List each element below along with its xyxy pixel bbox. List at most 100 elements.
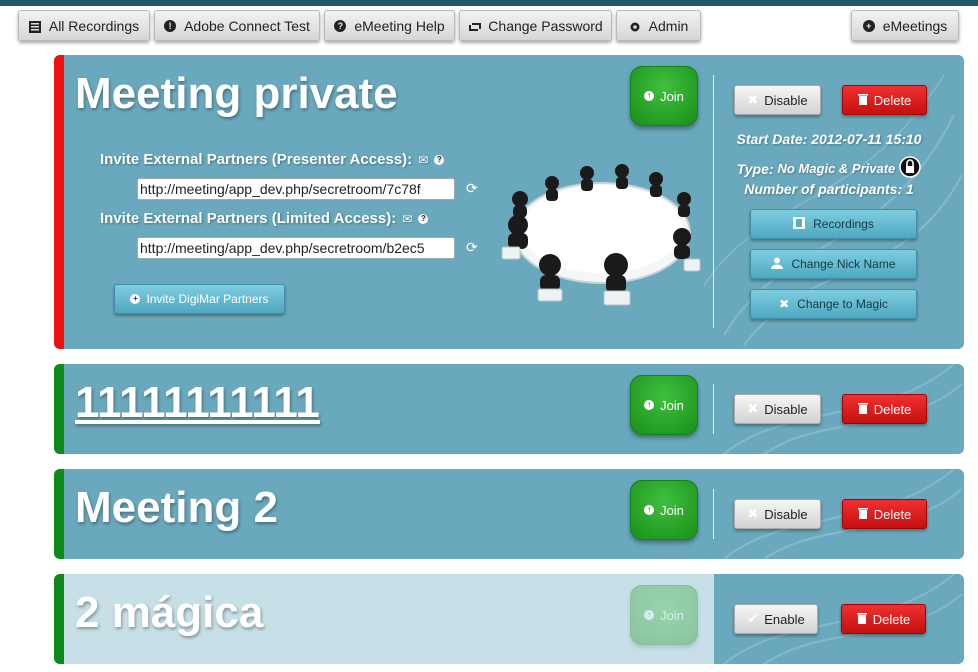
arrow-up-icon: ↑ xyxy=(644,610,655,620)
retweet-icon xyxy=(468,20,482,32)
start-date: Start Date: 2012-07-11 15:10 xyxy=(736,131,922,147)
status-stripe xyxy=(54,469,64,559)
invite-digimar-button[interactable]: + Invite DigiMar Partners xyxy=(114,284,285,314)
delete-button[interactable]: Delete xyxy=(842,499,927,529)
disable-label: Disable xyxy=(764,506,808,522)
disable-button[interactable]: ✖ Disable xyxy=(734,394,821,424)
lock-icon xyxy=(899,156,922,181)
disable-label: Disable xyxy=(764,401,808,417)
type-value: No Magic & Private xyxy=(777,161,896,176)
emeeting-help-label: eMeeting Help xyxy=(354,17,445,34)
adobe-connect-test-label: Adobe Connect Test xyxy=(184,17,310,34)
user-icon xyxy=(771,257,784,272)
divider xyxy=(713,489,714,539)
divider xyxy=(713,75,714,328)
arrow-up-icon: ↑ xyxy=(644,400,655,410)
close-icon: ✖ xyxy=(747,92,759,107)
emeetings-button[interactable]: + eMeetings xyxy=(851,10,959,41)
change-magic-button[interactable]: ✖ Change to Magic xyxy=(750,289,917,319)
meeting-title[interactable]: 11111111111 xyxy=(75,378,320,428)
envelope-icon[interactable]: ✉ xyxy=(402,212,412,226)
invite-presenter-label: Invite External Partners (Presenter Acce… xyxy=(100,151,445,168)
admin-button[interactable]: Admin xyxy=(616,10,701,41)
change-password-label: Change Password xyxy=(488,17,603,34)
close-icon: ✖ xyxy=(747,506,759,521)
meeting-title: 2 mágica xyxy=(75,588,264,637)
delete-button[interactable]: Delete xyxy=(842,85,927,115)
disable-button[interactable]: ✖ Disable xyxy=(734,85,821,115)
conference-table-illustration xyxy=(501,164,701,306)
meeting-type: Type: No Magic & Private xyxy=(714,156,944,181)
type-label: Type: xyxy=(736,160,774,177)
join-label: Join xyxy=(660,607,684,623)
meeting-panel: 11111111111 ↑ Join ✖ Disable Delete xyxy=(54,364,964,454)
exclamation-icon: ! xyxy=(164,19,177,32)
disable-label: Disable xyxy=(764,92,808,108)
meeting-title: Meeting 2 xyxy=(75,483,278,532)
plus-circle-icon: + xyxy=(862,19,875,32)
top-bar xyxy=(0,0,978,6)
all-recordings-button[interactable]: All Recordings xyxy=(18,10,150,41)
join-label: Join xyxy=(660,88,684,104)
join-button[interactable]: ↑ Join xyxy=(630,66,698,126)
join-button: ↑ Join xyxy=(630,585,698,645)
meeting-panel: Meeting private ↑ Join ✖ Disable Delete … xyxy=(54,55,964,349)
recordings-button[interactable]: Recordings xyxy=(750,209,917,239)
meeting-title: Meeting private xyxy=(75,69,398,118)
arrow-up-icon: ↑ xyxy=(644,91,655,101)
meeting-panel: 2 mágica ↑ Join ✔ Enable Delete xyxy=(54,574,964,664)
film-icon xyxy=(793,216,806,232)
delete-label: Delete xyxy=(873,92,912,108)
invite-presenter-text: Invite External Partners (Presenter Acce… xyxy=(100,151,413,168)
invite-limited-text: Invite External Partners (Limited Access… xyxy=(100,210,397,227)
refresh-icon[interactable]: ⟳ xyxy=(466,239,478,256)
refresh-icon[interactable]: ⟳ xyxy=(466,180,478,197)
enable-button[interactable]: ✔ Enable xyxy=(734,604,818,634)
status-stripe xyxy=(54,364,64,454)
help-icon[interactable]: ? xyxy=(418,213,429,224)
recordings-label: Recordings xyxy=(813,217,874,231)
change-password-button[interactable]: Change Password xyxy=(459,10,612,41)
change-magic-label: Change to Magic xyxy=(797,297,888,311)
change-nick-button[interactable]: Change Nick Name xyxy=(750,249,917,279)
adobe-connect-test-button[interactable]: ! Adobe Connect Test xyxy=(154,10,320,41)
join-button[interactable]: ↑ Join xyxy=(630,480,698,540)
status-stripe xyxy=(54,574,64,664)
delete-label: Delete xyxy=(873,506,912,522)
status-stripe xyxy=(54,55,64,349)
gear-icon xyxy=(629,20,641,32)
delete-button[interactable]: Delete xyxy=(842,394,927,424)
presenter-url-field[interactable]: http://meeting/app_dev.php/secretroom/7c… xyxy=(137,178,455,200)
envelope-icon[interactable]: ✉ xyxy=(418,153,428,167)
trash-icon xyxy=(857,402,868,417)
list-icon xyxy=(28,20,41,33)
arrow-up-icon: ↑ xyxy=(644,505,655,515)
emeeting-help-button[interactable]: ? eMeeting Help xyxy=(324,10,455,41)
question-icon: ? xyxy=(334,19,347,32)
trash-icon xyxy=(857,507,868,522)
invite-digimar-label: Invite DigiMar Partners xyxy=(146,292,269,306)
limited-url-field[interactable]: http://meeting/app_dev.php/secretroom/b2… xyxy=(137,237,455,259)
close-icon: ✖ xyxy=(779,297,790,311)
enable-label: Enable xyxy=(764,611,805,627)
delete-label: Delete xyxy=(873,401,912,417)
all-recordings-label: All Recordings xyxy=(48,17,140,34)
check-icon: ✔ xyxy=(747,611,759,626)
divider xyxy=(713,384,714,434)
delete-label: Delete xyxy=(872,611,911,627)
delete-button[interactable]: Delete xyxy=(841,604,926,634)
join-label: Join xyxy=(660,397,684,413)
change-nick-label: Change Nick Name xyxy=(791,257,896,271)
trash-icon xyxy=(856,612,867,627)
plus-circle-icon: + xyxy=(130,294,141,304)
join-label: Join xyxy=(660,502,684,518)
admin-label: Admin xyxy=(648,17,689,34)
close-icon: ✖ xyxy=(747,401,759,416)
disable-button[interactable]: ✖ Disable xyxy=(734,499,821,529)
join-button[interactable]: ↑ Join xyxy=(630,375,698,435)
help-icon[interactable]: ? xyxy=(434,154,445,165)
emeetings-label: eMeetings xyxy=(882,17,948,34)
meeting-panel: Meeting 2 ↑ Join ✖ Disable Delete xyxy=(54,469,964,559)
trash-icon xyxy=(857,93,868,108)
invite-limited-label: Invite External Partners (Limited Access… xyxy=(100,210,429,227)
